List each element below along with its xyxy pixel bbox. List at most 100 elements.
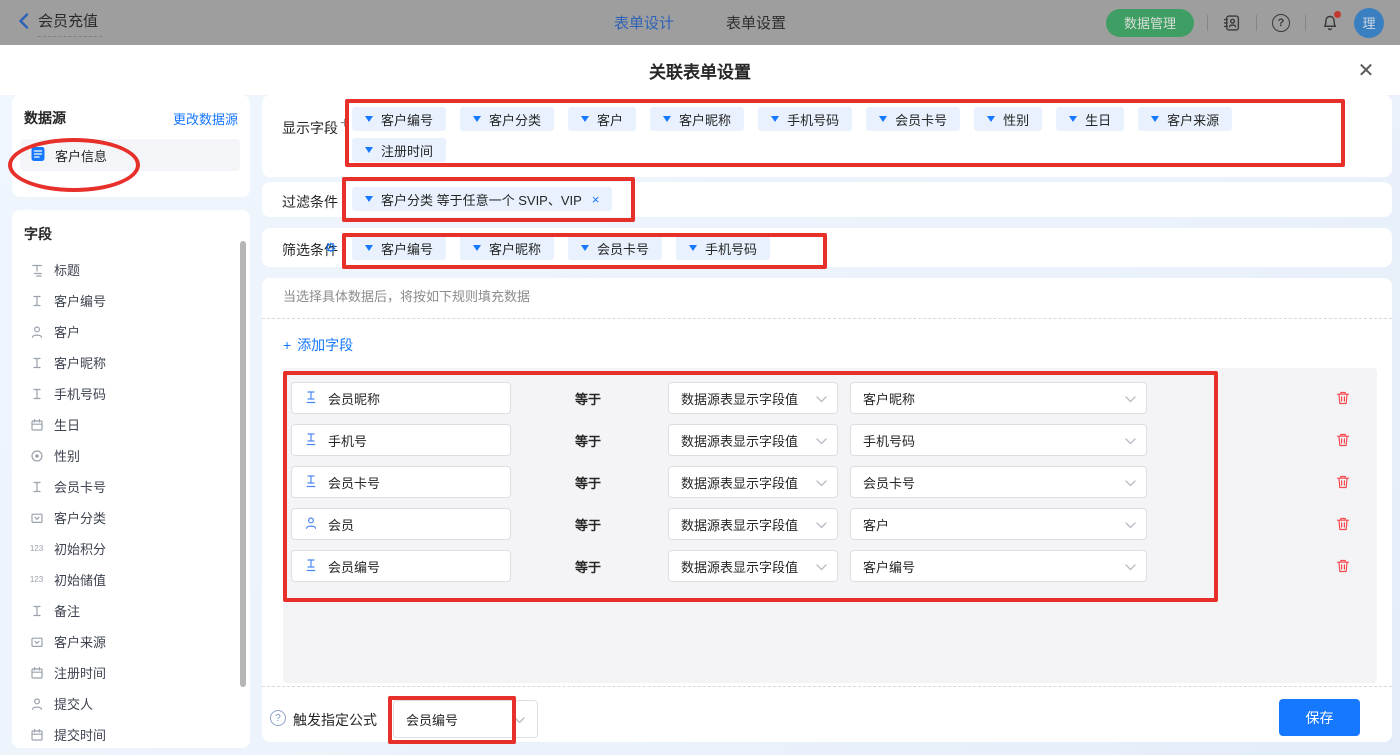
- scrollbar-thumb[interactable]: [240, 241, 246, 687]
- change-datasource-link[interactable]: 更改数据源: [173, 109, 238, 128]
- equals-label: 等于: [575, 389, 601, 408]
- close-icon[interactable]: ✕: [1354, 58, 1378, 82]
- source-type-select[interactable]: 数据源表显示字段值: [668, 424, 838, 456]
- field-item[interactable]: 标题: [12, 254, 250, 285]
- date-field-icon: [29, 418, 44, 432]
- fields-card: 字段 标题客户编号客户客户昵称手机号码生日性别会员卡号客户分类123初始积分12…: [12, 210, 250, 748]
- field-item[interactable]: 生日: [12, 409, 250, 440]
- chevron-down-icon: [1125, 475, 1136, 490]
- field-item[interactable]: 提交人: [12, 688, 250, 719]
- delete-rule-icon[interactable]: [1334, 389, 1352, 407]
- field-item[interactable]: 性别: [12, 440, 250, 471]
- tab-form-settings[interactable]: 表单设置: [726, 12, 786, 33]
- filter-condition-tag[interactable]: 客户分类 等于任意一个 SVIP、VIP ×: [352, 187, 612, 211]
- source-type-select[interactable]: 数据源表显示字段值: [668, 466, 838, 498]
- field-tag[interactable]: 客户编号: [352, 236, 446, 260]
- chevron-down-icon: [816, 391, 827, 406]
- display-field-tags: 客户编号客户分类客户客户昵称手机号码会员卡号性别生日客户来源 注册时间: [352, 107, 1372, 162]
- triangle-down-icon: [365, 245, 373, 251]
- divider: [262, 318, 1392, 319]
- avatar[interactable]: 理: [1354, 8, 1384, 38]
- triangle-down-icon: [1069, 116, 1077, 122]
- field-list: 标题客户编号客户客户昵称手机号码生日性别会员卡号客户分类 123初始积分123初始…: [12, 254, 250, 750]
- source-type-select[interactable]: 数据源表显示字段值: [668, 550, 838, 582]
- field-item[interactable]: 客户分类: [12, 502, 250, 533]
- field-tag[interactable]: 手机号码: [758, 107, 852, 131]
- target-field-label: 会员昵称: [328, 389, 380, 408]
- target-field-box[interactable]: 会员编号: [291, 550, 511, 582]
- divider: [1207, 15, 1208, 31]
- equals-label: 等于: [575, 431, 601, 450]
- triangle-down-icon: [473, 116, 481, 122]
- field-item[interactable]: 手机号码: [12, 378, 250, 409]
- target-field-box[interactable]: 手机号: [291, 424, 511, 456]
- field-item[interactable]: 客户来源: [12, 626, 250, 657]
- field-item[interactable]: 123初始积分: [12, 533, 250, 564]
- field-tag[interactable]: 性别: [974, 107, 1042, 131]
- field-item[interactable]: 客户: [12, 316, 250, 347]
- field-item-label: 备注: [54, 601, 80, 620]
- target-field-box[interactable]: 会员昵称: [291, 382, 511, 414]
- add-display-field-icon[interactable]: +: [340, 115, 349, 133]
- delete-rule-icon[interactable]: [1334, 473, 1352, 491]
- chevron-down-icon: [816, 475, 827, 490]
- add-field-link[interactable]: + 添加字段: [283, 335, 353, 355]
- text-field-icon: [304, 432, 318, 449]
- field-tag[interactable]: 会员卡号: [866, 107, 960, 131]
- delete-rule-icon[interactable]: [1334, 557, 1352, 575]
- contacts-icon[interactable]: [1221, 12, 1243, 34]
- source-field-select[interactable]: 客户编号: [850, 550, 1147, 582]
- field-tag[interactable]: 手机号码: [676, 236, 770, 260]
- gear-icon[interactable]: ⚙: [325, 240, 337, 256]
- field-item-label: 客户分类: [54, 508, 106, 527]
- divider: [1305, 15, 1306, 31]
- save-button[interactable]: 保存: [1279, 699, 1360, 736]
- datasource-card: 数据源 更改数据源 客户信息: [12, 95, 250, 197]
- tab-form-design[interactable]: 表单设计: [614, 12, 674, 33]
- field-item[interactable]: 会员卡号: [12, 471, 250, 502]
- document-icon: [30, 146, 46, 165]
- field-tag[interactable]: 客户来源: [1138, 107, 1232, 131]
- source-field-select[interactable]: 客户昵称: [850, 382, 1147, 414]
- field-tag[interactable]: 客户昵称: [650, 107, 744, 131]
- target-field-box[interactable]: 会员: [291, 508, 511, 540]
- divider: [1256, 15, 1257, 31]
- notification-dot: [1334, 11, 1341, 18]
- field-item-label: 注册时间: [54, 663, 106, 682]
- target-field-box[interactable]: 会员卡号: [291, 466, 511, 498]
- trigger-formula-select[interactable]: 会员编号: [393, 700, 538, 738]
- field-item[interactable]: 备注: [12, 595, 250, 626]
- field-tag[interactable]: 客户分类: [460, 107, 554, 131]
- source-field-select[interactable]: 会员卡号: [850, 466, 1147, 498]
- target-field-label: 手机号: [328, 431, 367, 450]
- field-tag[interactable]: 会员卡号: [568, 236, 662, 260]
- help-icon[interactable]: ?: [1270, 12, 1292, 34]
- remove-filter-icon[interactable]: ×: [592, 192, 600, 207]
- field-item[interactable]: 客户昵称: [12, 347, 250, 378]
- chevron-down-icon: [816, 433, 827, 448]
- delete-rule-icon[interactable]: [1334, 515, 1352, 533]
- field-item[interactable]: 123初始储值: [12, 564, 250, 595]
- source-type-select[interactable]: 数据源表显示字段值: [668, 508, 838, 540]
- source-field-select[interactable]: 客户: [850, 508, 1147, 540]
- chevron-down-icon: [1125, 433, 1136, 448]
- field-item-label: 客户来源: [54, 632, 106, 651]
- data-manage-button[interactable]: 数据管理: [1106, 9, 1194, 37]
- field-item[interactable]: 提交时间: [12, 719, 250, 750]
- help-icon[interactable]: ?: [270, 710, 286, 726]
- delete-rule-icon[interactable]: [1334, 431, 1352, 449]
- field-item[interactable]: 客户编号: [12, 285, 250, 316]
- field-tag[interactable]: 生日: [1056, 107, 1124, 131]
- field-tag[interactable]: 注册时间: [352, 138, 446, 162]
- datasource-item-customer-info[interactable]: 客户信息: [20, 139, 240, 171]
- target-field-label: 会员: [328, 515, 354, 534]
- source-field-select[interactable]: 手机号码: [850, 424, 1147, 456]
- field-item[interactable]: 注册时间: [12, 657, 250, 688]
- notification-bell-icon[interactable]: [1319, 12, 1341, 34]
- field-tag[interactable]: 客户: [568, 107, 636, 131]
- source-type-select[interactable]: 数据源表显示字段值: [668, 382, 838, 414]
- field-tag[interactable]: 客户编号: [352, 107, 446, 131]
- field-tag[interactable]: 客户昵称: [460, 236, 554, 260]
- back-button[interactable]: 会员充值: [18, 8, 102, 37]
- field-item-label: 客户: [54, 322, 80, 341]
